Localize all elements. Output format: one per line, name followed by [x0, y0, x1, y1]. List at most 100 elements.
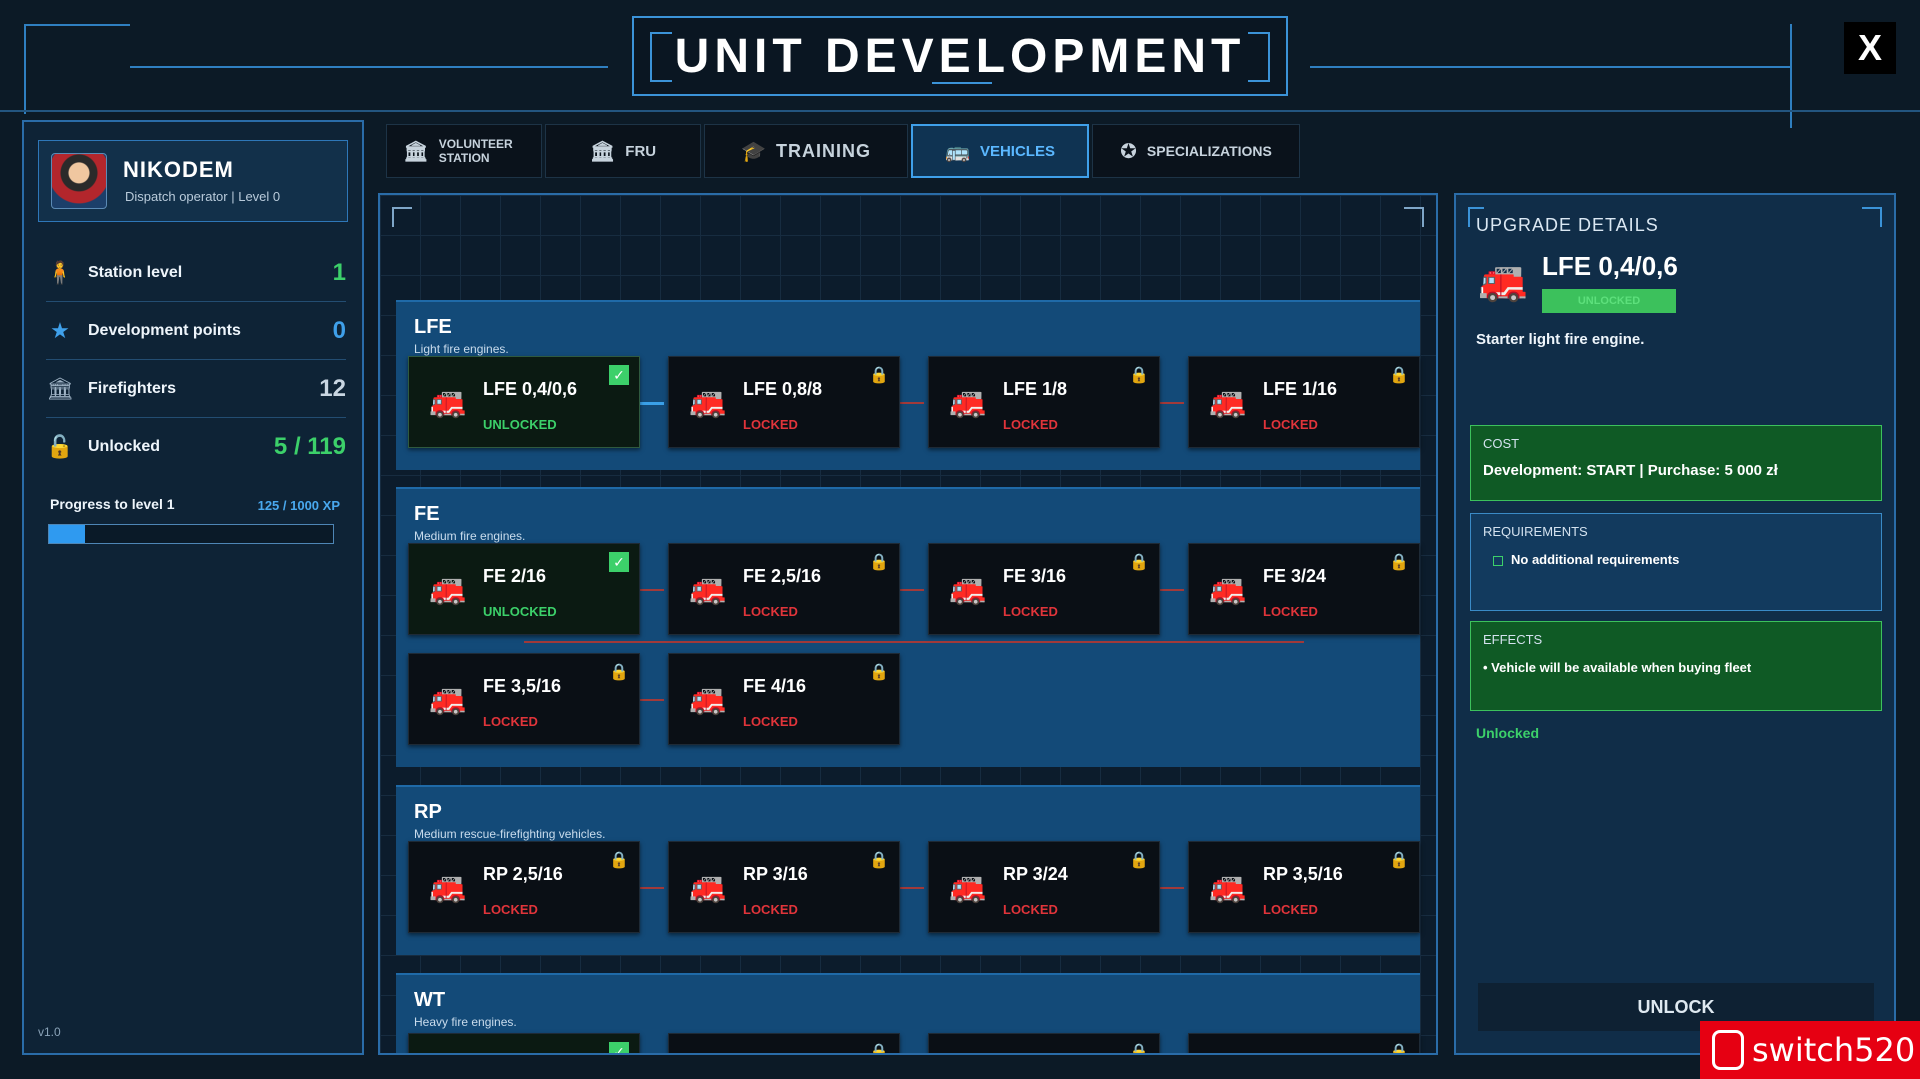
- tab-bar: 🏛 VOLUNTEER STATION 🏛 FRU 🎓 TRAINING 🚌 V…: [386, 124, 1300, 178]
- lock-icon: 🔒: [1389, 367, 1409, 384]
- tab-specializations[interactable]: ✪ SPECIALIZATIONS: [1092, 124, 1300, 178]
- vehicle-node[interactable]: 🚒 RP 3,5/16 LOCKED 🔒: [1188, 841, 1420, 933]
- vehicle-status: LOCKED: [1263, 604, 1318, 619]
- vehicle-status: LOCKED: [1263, 417, 1318, 432]
- vehicle-node[interactable]: 🚒 RP 3/16 LOCKED 🔒: [668, 841, 900, 933]
- truck-icon: 🚒: [949, 871, 987, 904]
- lock-icon: 🔒: [609, 664, 629, 681]
- tab-label: SPECIALIZATIONS: [1146, 143, 1272, 159]
- vehicle-node[interactable]: ✓: [408, 1033, 640, 1053]
- vehicle-node[interactable]: 🚒 LFE 1/8 LOCKED 🔒: [928, 356, 1160, 448]
- vehicle-node[interactable]: 🚒 LFE 1/16 LOCKED 🔒: [1188, 356, 1420, 448]
- unlock-status-text: Unlocked: [1476, 725, 1540, 741]
- progress-label: Progress to level 1: [50, 496, 175, 512]
- title-box: UNIT DEVELOPMENT: [632, 16, 1288, 96]
- close-icon: X: [1857, 27, 1882, 68]
- title-underline: [932, 82, 992, 84]
- group-description: Medium rescue-firefighting vehicles.: [414, 827, 606, 841]
- requirements-box: REQUIREMENTS No additional requirements: [1470, 513, 1882, 611]
- vehicle-node[interactable]: 🔒: [668, 1033, 900, 1053]
- stat-label: Development points: [88, 321, 241, 339]
- vehicle-name: FE 3/24: [1263, 566, 1327, 586]
- version-label: v1.0: [38, 1025, 61, 1039]
- profile-card: NIKODEM Dispatch operator | Level 0: [38, 140, 348, 222]
- vehicle-node[interactable]: 🚒 FE 3,5/16 LOCKED 🔒: [408, 653, 640, 745]
- lock-open-icon: 🔓: [46, 434, 74, 459]
- stat-development-points: ★ Development points 0: [46, 302, 346, 360]
- requirements-caption: REQUIREMENTS: [1483, 524, 1588, 539]
- effects-caption: EFFECTS: [1483, 632, 1543, 647]
- truck-icon: 🚒: [1209, 386, 1247, 419]
- lock-icon: 🔒: [1129, 852, 1149, 869]
- progress-xp: 125 / 1000 XP: [257, 498, 340, 513]
- vehicle-node[interactable]: 🚒 FE 3/16 LOCKED 🔒: [928, 543, 1160, 635]
- vehicle-name: LFE 1/16: [1263, 379, 1338, 399]
- bus-icon: 🚌: [945, 140, 970, 163]
- vehicle-tree-panel[interactable]: LFE Light fire engines. 🚒 LFE 0,4/0,6 UN…: [378, 193, 1438, 1055]
- title-bracket-left: [650, 32, 672, 82]
- player-panel: NIKODEM Dispatch operator | Level 0 🧍 St…: [22, 120, 364, 1055]
- graduation-cap-icon: 🎓: [741, 140, 766, 163]
- close-button[interactable]: X: [1844, 22, 1896, 74]
- tree-connector: [900, 887, 924, 889]
- vehicle-node[interactable]: 🚒 LFE 0,4/0,6 UNLOCKED ✓: [408, 356, 640, 448]
- truck-icon: 🚒: [1478, 259, 1528, 303]
- vehicle-node[interactable]: 🚒 FE 4/16 LOCKED 🔒: [668, 653, 900, 745]
- tab-label: TRAINING: [775, 140, 871, 161]
- group-name: FE: [414, 503, 440, 525]
- star-icon: ★: [50, 317, 70, 343]
- truck-icon: 🚒: [429, 871, 467, 904]
- vehicle-name: FE 2,5/16: [743, 566, 822, 586]
- effects-box: EFFECTS • Vehicle will be available when…: [1470, 621, 1882, 711]
- avatar: [51, 153, 107, 209]
- tab-training[interactable]: 🎓 TRAINING: [704, 124, 908, 178]
- station-icon: 🏛: [589, 140, 616, 163]
- lock-icon: 🔒: [869, 367, 889, 384]
- vehicle-node[interactable]: 🔒: [928, 1033, 1160, 1055]
- truck-icon: 🚒: [429, 683, 467, 716]
- group-name: RP: [414, 801, 442, 823]
- vehicle-status: LOCKED: [1003, 902, 1058, 917]
- tree-connector: [640, 589, 664, 591]
- tab-vehicles[interactable]: 🚌 VEHICLES: [911, 124, 1089, 178]
- frame-line: [130, 66, 608, 68]
- truck-icon: 🚒: [949, 386, 987, 419]
- stat-station-level: 🧍 Station level 1: [46, 244, 346, 302]
- group-fe: FE Medium fire engines. 🚒 FE 2/16 UNLOCK…: [396, 487, 1420, 767]
- upgrade-details-panel: UPGRADE DETAILS 🚒 LFE 0,4/0,6 UNLOCKED S…: [1454, 193, 1896, 1055]
- vehicle-node[interactable]: 🚒 LFE 0,8/8 LOCKED 🔒: [668, 356, 900, 448]
- tree-connector: [1160, 887, 1184, 889]
- cost-text: Development: START | Purchase: 5 000 zł: [1483, 462, 1778, 479]
- lock-icon: 🔒: [1129, 1044, 1149, 1055]
- vehicle-node[interactable]: 🚒 FE 2,5/16 LOCKED 🔒: [668, 543, 900, 635]
- vehicle-node[interactable]: 🔒: [1188, 1033, 1420, 1055]
- tab-volunteer-station[interactable]: 🏛 VOLUNTEER STATION: [386, 124, 542, 178]
- tab-fru[interactable]: 🏛 FRU: [545, 124, 701, 178]
- vehicle-name: LFE 0,4/0,6: [483, 379, 578, 399]
- vehicle-name: FE 4/16: [743, 676, 807, 696]
- group-lfe: LFE Light fire engines. 🚒 LFE 0,4/0,6 UN…: [396, 300, 1420, 470]
- details-title: UPGRADE DETAILS: [1476, 215, 1659, 235]
- tree-connector: [640, 699, 664, 701]
- stat-value: 1: [332, 258, 346, 286]
- vehicle-name: RP 2,5/16: [483, 864, 563, 884]
- tree-connector: [640, 402, 664, 405]
- station-icon: 🏛: [403, 140, 429, 163]
- stat-label: Unlocked: [88, 438, 161, 455]
- vehicle-node[interactable]: 🚒 RP 2,5/16 LOCKED 🔒: [408, 841, 640, 933]
- vehicle-name: RP 3/24: [1003, 864, 1068, 884]
- vehicle-node[interactable]: 🚒 RP 3/24 LOCKED 🔒: [928, 841, 1160, 933]
- firefighter-icon: 🧍: [46, 259, 74, 285]
- vehicle-node[interactable]: 🚒 FE 2/16 UNLOCKED ✓: [408, 543, 640, 635]
- vehicle-status: UNLOCKED: [483, 604, 557, 619]
- details-description: Starter light fire engine.: [1476, 331, 1645, 348]
- vehicle-status: LOCKED: [743, 902, 798, 917]
- vehicle-node[interactable]: 🚒 FE 3/24 LOCKED 🔒: [1188, 543, 1420, 635]
- profile-subtitle: Dispatch operator | Level 0: [125, 189, 281, 204]
- vehicle-name: FE 2/16: [483, 566, 547, 586]
- group-description: Heavy fire engines.: [414, 1015, 517, 1029]
- lock-icon: 🔒: [1389, 1044, 1409, 1055]
- vehicle-name: LFE 1/8: [1003, 379, 1068, 399]
- stat-firefighters: 🏛 Firefighters 12: [46, 360, 346, 418]
- truck-icon: 🚒: [949, 573, 987, 606]
